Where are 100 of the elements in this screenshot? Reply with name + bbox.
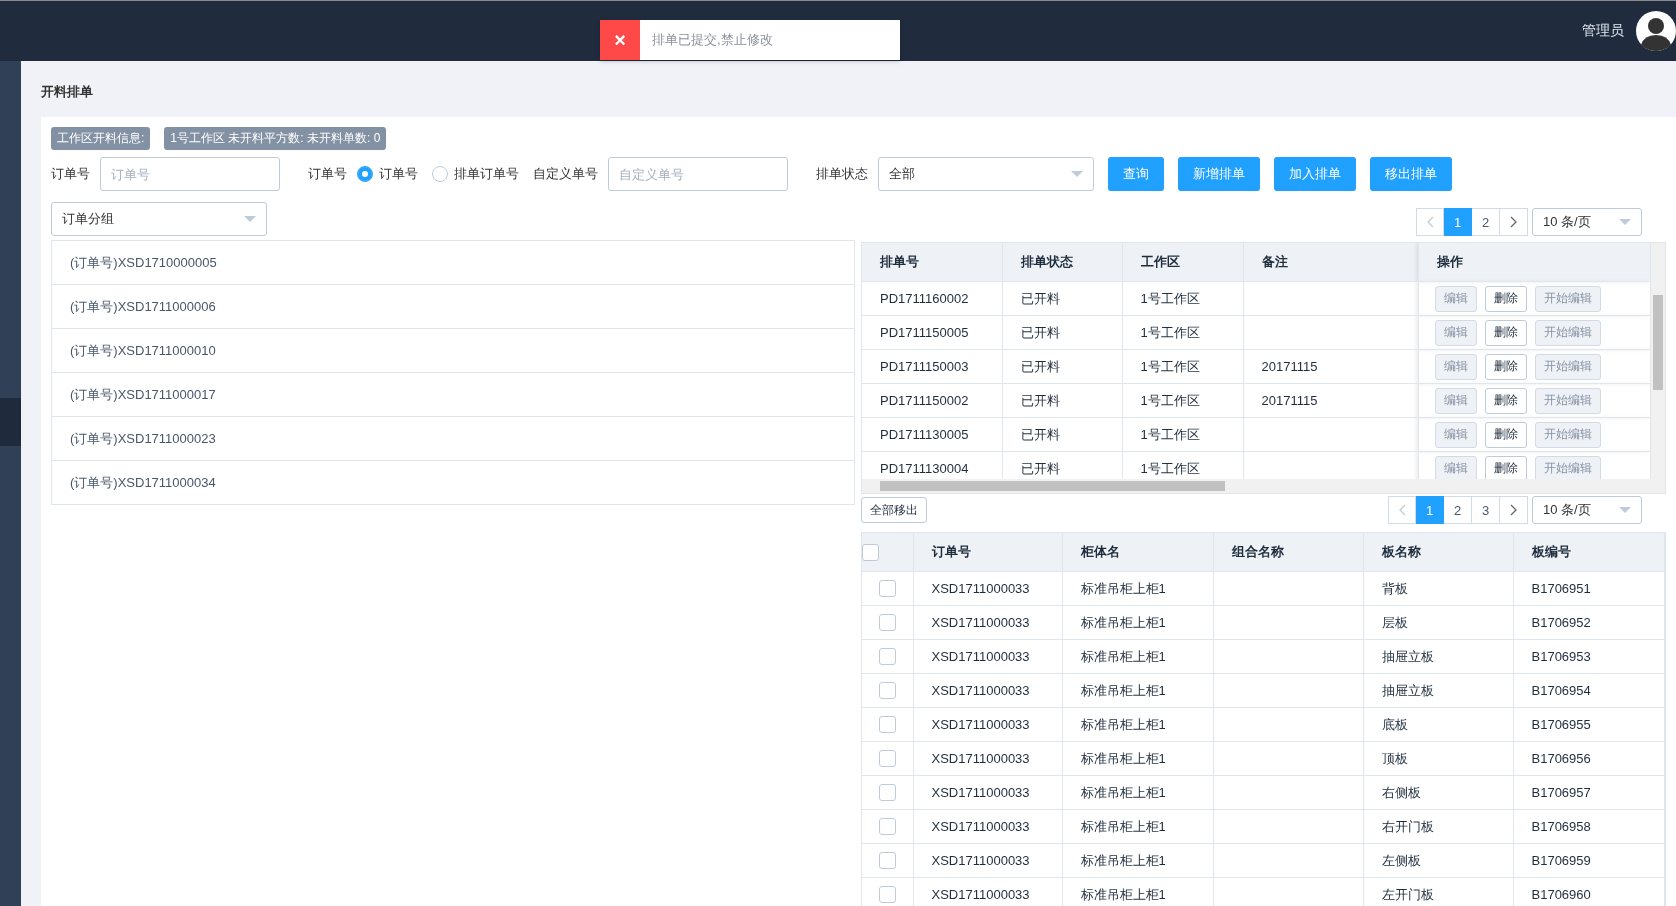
column-header: 排单号: [862, 243, 1002, 282]
toast-message: 排单已提交,禁止修改: [652, 31, 773, 49]
table-cell: 已开料: [1002, 281, 1122, 316]
table-cell: 左侧板: [1363, 843, 1513, 878]
row-checkbox[interactable]: [878, 648, 896, 666]
order-group-item[interactable]: (订单号)XSD1711000006: [52, 284, 854, 328]
table-cell: XSD1711000033: [913, 639, 1062, 674]
order-number-field[interactable]: 订单号: [100, 157, 280, 191]
field-label: 订单号: [308, 165, 347, 183]
row-checkbox[interactable]: [878, 750, 896, 768]
table-cell: 右开门板: [1363, 809, 1513, 844]
order-group-item[interactable]: (订单号)XSD1711000023: [52, 416, 854, 460]
row-checkbox[interactable]: [878, 614, 896, 632]
table-cell: 顶板: [1363, 741, 1513, 776]
table-cell: 标准吊柜上柜1: [1062, 775, 1213, 810]
row-checkbox[interactable]: [878, 682, 896, 700]
row-action-button[interactable]: 删除: [1484, 455, 1527, 479]
remove-all-button[interactable]: 全部移出: [861, 497, 927, 523]
radio-option[interactable]: 订单号: [357, 165, 418, 183]
field-label: 订单号: [51, 165, 90, 183]
table-cell: B1706959: [1513, 843, 1665, 878]
sidebar-item[interactable]: [0, 398, 21, 446]
page-button[interactable]: 3: [1472, 496, 1500, 524]
table-cell: 抽屉立板: [1363, 673, 1513, 708]
table-cell: PD1711130005: [862, 417, 1002, 452]
table-cell: XSD1711000033: [913, 673, 1062, 708]
table-cell: 已开料: [1002, 315, 1122, 350]
table-cell: 20171115: [1243, 349, 1418, 384]
column-header: 工作区: [1122, 243, 1243, 282]
status-select[interactable]: 全部: [878, 157, 1094, 191]
table-cell: 1号工作区: [1122, 383, 1243, 418]
table-cell: XSD1711000033: [913, 843, 1062, 878]
horizontal-scrollbar[interactable]: [861, 479, 1666, 494]
table-cell: PD1711150002: [862, 383, 1002, 418]
column-header: 柜体名: [1062, 533, 1213, 572]
page-button[interactable]: 2: [1444, 496, 1472, 524]
field-label: 自定义单号: [533, 165, 598, 183]
page-size-select[interactable]: 10 条/页: [1532, 208, 1642, 236]
info-tag: 1号工作区 未开料平方数: 未开料单数: 0: [164, 127, 387, 150]
table-cell: 抽屉立板: [1363, 639, 1513, 674]
column-header: 操作: [1418, 243, 1651, 282]
table-cell: 标准吊柜上柜1: [1062, 741, 1213, 776]
order-group-item[interactable]: (订单号)XSD1710000005: [52, 241, 854, 284]
avatar-icon[interactable]: [1636, 11, 1676, 51]
row-checkbox[interactable]: [878, 580, 896, 598]
table-cell: 右侧板: [1363, 775, 1513, 810]
order-group-item[interactable]: (订单号)XSD1711000034: [52, 460, 854, 504]
table-cell: PD1711160002: [862, 281, 1002, 316]
page-size-select[interactable]: 10 条/页: [1532, 496, 1642, 524]
table-cell: XSD1711000033: [913, 605, 1062, 640]
table-cell: 已开料: [1002, 417, 1122, 452]
radio-option[interactable]: 排单订单号: [432, 165, 519, 183]
table-cell: 标准吊柜上柜1: [1062, 605, 1213, 640]
table-cell: 1号工作区: [1122, 315, 1243, 350]
table-cell: PD1711150005: [862, 315, 1002, 350]
select-all-checkbox[interactable]: [862, 543, 879, 561]
previous-page-icon[interactable]: [1416, 208, 1444, 236]
vertical-scrollbar[interactable]: [1651, 243, 1665, 479]
order-group-select[interactable]: 订单分组: [51, 202, 267, 236]
row-checkbox[interactable]: [878, 886, 896, 904]
row-checkbox[interactable]: [878, 716, 896, 734]
table-cell: 已开料: [1002, 349, 1122, 384]
row-action-button[interactable]: 删除: [1484, 353, 1527, 380]
table-cell: B1706957: [1513, 775, 1665, 810]
table-cell: 标准吊柜上柜1: [1062, 877, 1213, 906]
table-cell: XSD1711000033: [913, 707, 1062, 742]
column-header: 板编号: [1513, 533, 1665, 572]
table-cell: 1号工作区: [1122, 417, 1243, 452]
row-action-button[interactable]: 删除: [1484, 319, 1527, 346]
custom-number-field[interactable]: 自定义单号: [608, 157, 788, 191]
table-cell: 标准吊柜上柜1: [1062, 571, 1213, 606]
row-action-button[interactable]: 删除: [1484, 285, 1527, 312]
error-icon: ×: [600, 20, 640, 60]
table-cell: B1706952: [1513, 605, 1665, 640]
table-cell: B1706956: [1513, 741, 1665, 776]
table-cell: XSD1711000033: [913, 571, 1062, 606]
previous-page-icon[interactable]: [1388, 496, 1416, 524]
info-tag: 工作区开料信息:: [51, 127, 151, 150]
table-cell: 1号工作区: [1122, 349, 1243, 384]
row-checkbox[interactable]: [878, 852, 896, 870]
table-cell: 层板: [1363, 605, 1513, 640]
table-cell: 标准吊柜上柜1: [1062, 707, 1213, 742]
table-cell: B1706958: [1513, 809, 1665, 844]
row-action-button[interactable]: 删除: [1484, 387, 1527, 414]
row-action-button[interactable]: 删除: [1484, 421, 1527, 448]
row-checkbox[interactable]: [878, 818, 896, 836]
table-cell: 标准吊柜上柜1: [1062, 809, 1213, 844]
order-group-item[interactable]: (订单号)XSD1711000010: [52, 328, 854, 372]
column-header: 订单号: [913, 533, 1062, 572]
table-cell: PD1711150003: [862, 349, 1002, 384]
table-cell: 1号工作区: [1122, 281, 1243, 316]
next-page-icon[interactable]: [1500, 208, 1528, 236]
table-cell: XSD1711000033: [913, 877, 1062, 906]
column-header: 板名称: [1363, 533, 1513, 572]
table-cell: 底板: [1363, 707, 1513, 742]
row-checkbox[interactable]: [878, 784, 896, 802]
next-page-icon[interactable]: [1500, 496, 1528, 524]
page-button[interactable]: 2: [1472, 208, 1500, 236]
order-group-item[interactable]: (订单号)XSD1711000017: [52, 372, 854, 416]
column-header: 排单状态: [1002, 243, 1122, 282]
